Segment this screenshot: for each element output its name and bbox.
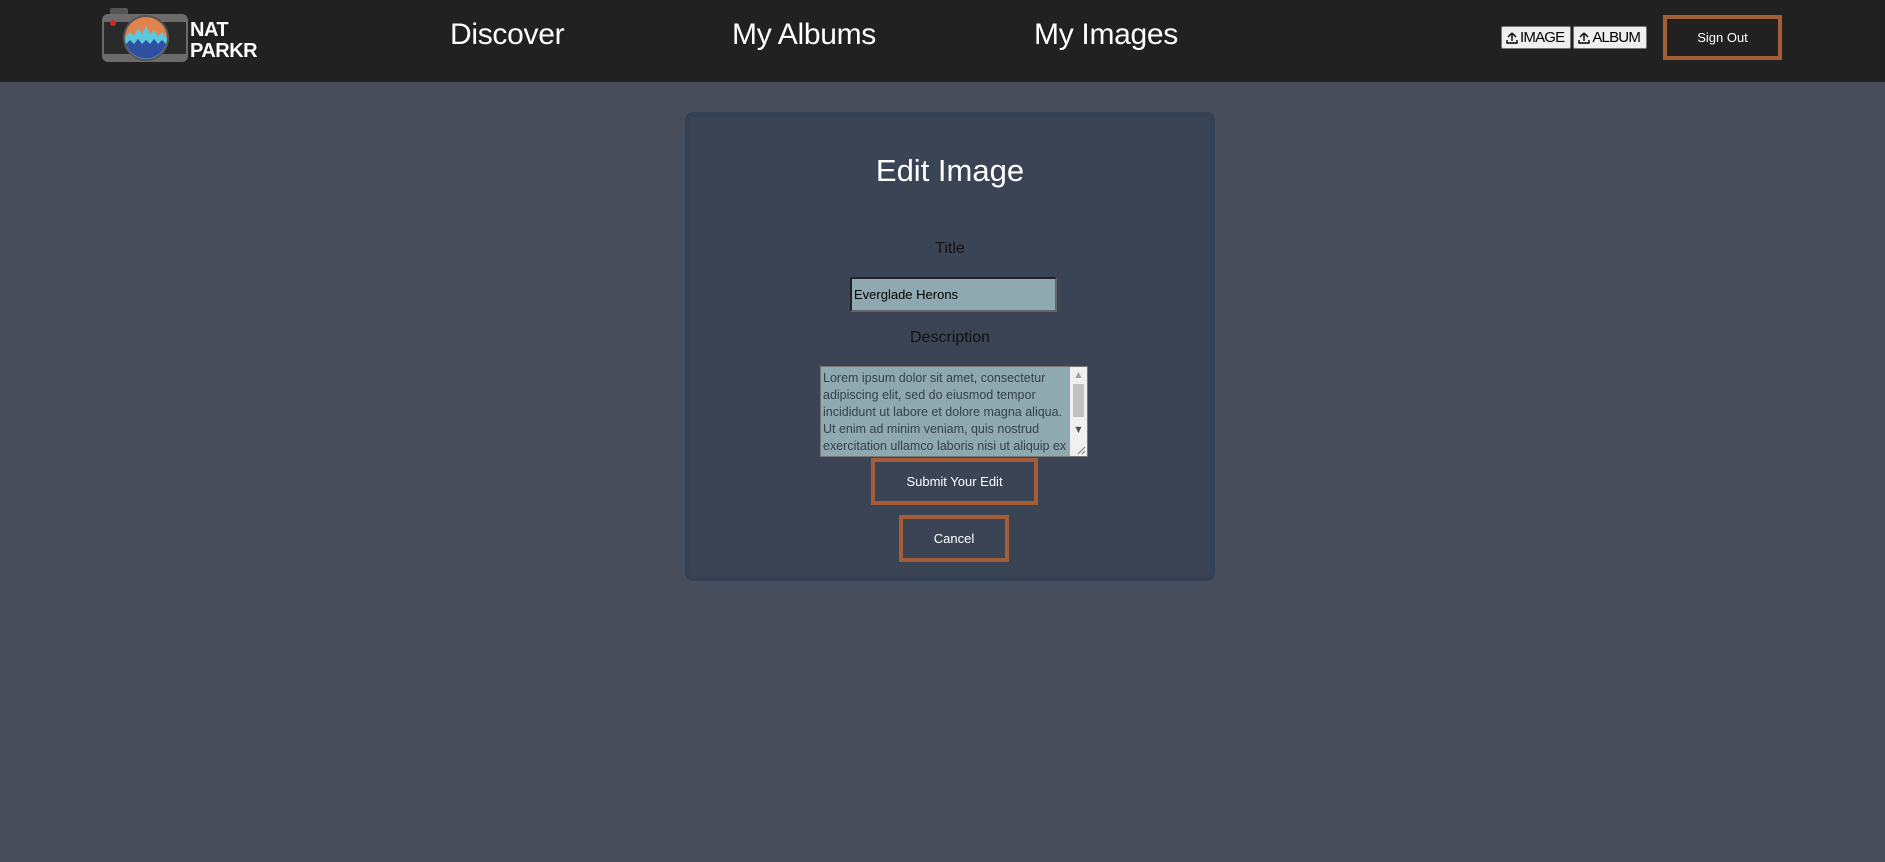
- camera-logo-icon: [102, 8, 188, 62]
- form-title: Edit Image: [875, 153, 1025, 188]
- cancel-button[interactable]: Cancel: [899, 515, 1009, 562]
- upload-icon: [1506, 32, 1518, 44]
- upload-album-label: ALBUM: [1592, 29, 1641, 46]
- scroll-up-arrow-icon[interactable]: ▲: [1070, 367, 1087, 381]
- upload-album-button[interactable]: ALBUM: [1573, 26, 1648, 49]
- top-navbar: NAT PARKR Discover My Albums My Images I…: [0, 0, 1885, 82]
- scroll-down-arrow-icon[interactable]: ▼: [1070, 422, 1087, 436]
- resize-grip-icon[interactable]: [1074, 443, 1086, 455]
- title-label: Title: [935, 240, 965, 257]
- logo-text: NAT PARKR: [190, 19, 258, 62]
- upload-image-button[interactable]: IMAGE: [1501, 26, 1572, 49]
- nav-my-images[interactable]: My Images: [1034, 18, 1178, 52]
- logo-line-1: NAT: [190, 19, 229, 41]
- edit-image-form: Edit Image Title Description Lorem ipsum…: [685, 112, 1215, 581]
- nav-my-albums[interactable]: My Albums: [732, 18, 876, 52]
- description-field: Lorem ipsum dolor sit amet, consectetur …: [820, 366, 1088, 457]
- description-textarea[interactable]: Lorem ipsum dolor sit amet, consectetur …: [821, 367, 1070, 456]
- scroll-thumb[interactable]: [1073, 384, 1084, 417]
- logo-line-2: PARKR: [190, 40, 258, 62]
- upload-buttons: IMAGE ALBUM: [1501, 26, 1648, 49]
- nav-discover[interactable]: Discover: [450, 18, 565, 52]
- upload-image-label: IMAGE: [1520, 29, 1565, 46]
- title-input[interactable]: [850, 277, 1057, 312]
- upload-icon: [1578, 32, 1591, 44]
- sign-out-button[interactable]: Sign Out: [1663, 15, 1782, 60]
- nat-parkr-logo[interactable]: NAT PARKR: [100, 6, 260, 66]
- submit-edit-button[interactable]: Submit Your Edit: [871, 458, 1038, 505]
- description-label: Description: [909, 329, 991, 346]
